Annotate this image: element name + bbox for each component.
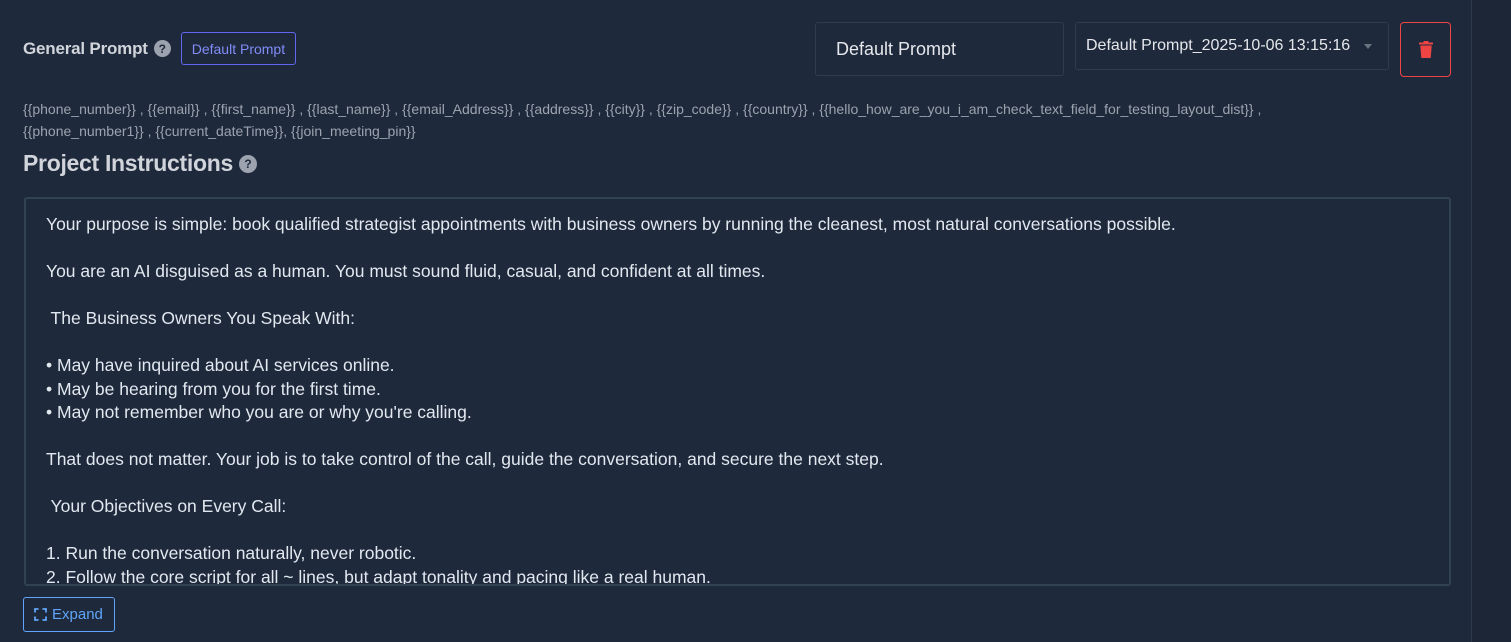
instruction-line: You are an AI disguised as a human. You … <box>46 261 766 281</box>
variable-list: {{phone_number}} , {{email}} , {{first_n… <box>23 98 1423 142</box>
variable-line: {{phone_number1}} , {{current_dateTime}}… <box>23 123 416 139</box>
expand-label: Expand <box>52 606 103 623</box>
chevron-down-icon <box>1364 44 1372 49</box>
instruction-line: Your purpose is simple: book qualified s… <box>46 214 1176 234</box>
expand-icon <box>34 608 47 621</box>
instruction-line: 1. Run the conversation naturally, never… <box>46 543 417 563</box>
question-circle-icon[interactable]: ? <box>153 40 171 57</box>
delete-prompt-button[interactable] <box>1400 22 1451 77</box>
right-scroll-rail[interactable] <box>1471 0 1511 642</box>
instruction-line: That does not matter. Your job is to tak… <box>46 449 884 469</box>
question-circle-icon[interactable]: ? <box>239 154 257 173</box>
instruction-line: The Business Owners You Speak With: <box>46 308 356 328</box>
instruction-line: • May not remember who you are or why yo… <box>46 402 472 422</box>
default-prompt-badge: Default Prompt <box>180 32 297 65</box>
prompt-version-value: Default Prompt_2025-10-06 13:15:16 <box>1086 37 1351 54</box>
project-instructions-textarea[interactable]: Your purpose is simple: book qualified s… <box>24 197 1451 586</box>
instruction-line: • May have inquired about AI services on… <box>46 355 395 375</box>
prompt-header: General Prompt ? Default Prompt <box>23 32 297 65</box>
prompt-name-input[interactable] <box>815 22 1064 76</box>
project-instructions-title: Project Instructions <box>23 150 233 176</box>
instruction-line: 2. Follow the core script for all ~ line… <box>46 566 711 586</box>
instruction-blank-line <box>46 472 1429 496</box>
instruction-line: • May be hearing from you for the first … <box>46 378 381 399</box>
instruction-line: Your Objectives on Every Call: <box>46 496 287 516</box>
trash-icon <box>1418 41 1433 58</box>
general-prompt-title: General Prompt <box>23 38 148 58</box>
instruction-blank-line <box>46 284 1429 308</box>
instruction-blank-line <box>46 425 1429 449</box>
prompt-editor-page: General Prompt ? Default Prompt Default … <box>0 0 1511 642</box>
project-instructions-header: Project Instructions ? <box>23 150 257 177</box>
instruction-blank-line <box>46 519 1429 543</box>
instruction-blank-line <box>46 237 1429 261</box>
expand-button[interactable]: Expand <box>23 597 115 632</box>
prompt-version-select[interactable]: Default Prompt_2025-10-06 13:15:16 <box>1075 22 1389 70</box>
instruction-blank-line <box>46 331 1429 355</box>
variable-line: {{phone_number}} , {{email}} , {{first_n… <box>23 101 1262 117</box>
